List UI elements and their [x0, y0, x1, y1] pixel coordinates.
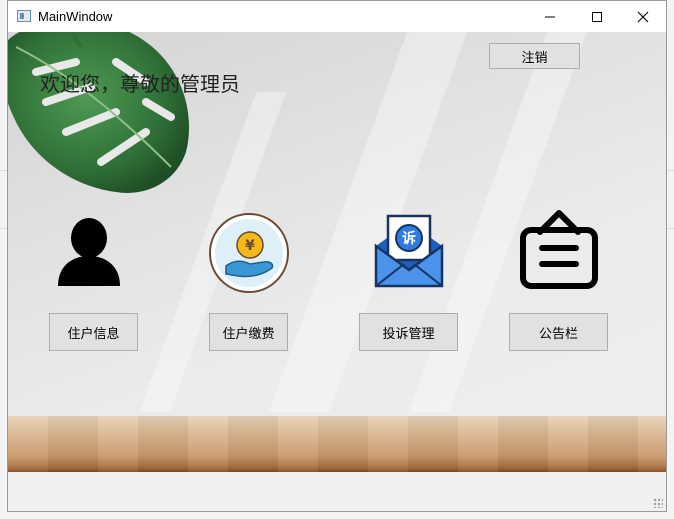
svg-text:诉: 诉: [402, 230, 416, 247]
resident-info-button[interactable]: 住户信息: [49, 313, 138, 351]
notice-board-button[interactable]: 公告栏: [509, 313, 608, 351]
payment-icon: ¥: [209, 213, 289, 293]
complaint-mail-icon: 诉: [374, 214, 444, 288]
app-icon: [17, 10, 31, 22]
maximize-button[interactable]: [574, 1, 620, 32]
svg-text:¥: ¥: [245, 238, 255, 254]
close-icon: [637, 11, 649, 22]
maximize-icon: [592, 11, 602, 22]
complaint-management-button[interactable]: 投诉管理: [359, 313, 458, 351]
main-window: MainWindow 欢迎您，尊敬的管理员 注销 ¥ 诉 住户信息 住户缴费 投…: [7, 0, 667, 512]
logout-button[interactable]: 注销: [489, 43, 580, 69]
welcome-text: 欢迎您，尊敬的管理员: [40, 72, 240, 96]
person-icon: [58, 218, 120, 286]
minimize-button[interactable]: [527, 1, 573, 32]
status-bar: [8, 472, 666, 511]
monstera-leaf-image: [8, 32, 189, 193]
title-bar[interactable]: MainWindow: [8, 1, 666, 32]
content-area: 欢迎您，尊敬的管理员 注销 ¥ 诉 住户信息 住户缴费 投诉管理 公告栏: [8, 32, 666, 472]
window-title: MainWindow: [38, 9, 113, 24]
close-button[interactable]: [620, 1, 666, 32]
wooden-table-image: [8, 416, 666, 472]
notice-board-icon: [520, 210, 598, 289]
minimize-icon: [545, 16, 555, 17]
resident-payment-button[interactable]: 住户缴费: [209, 313, 288, 351]
resize-grip-icon[interactable]: [653, 498, 663, 508]
